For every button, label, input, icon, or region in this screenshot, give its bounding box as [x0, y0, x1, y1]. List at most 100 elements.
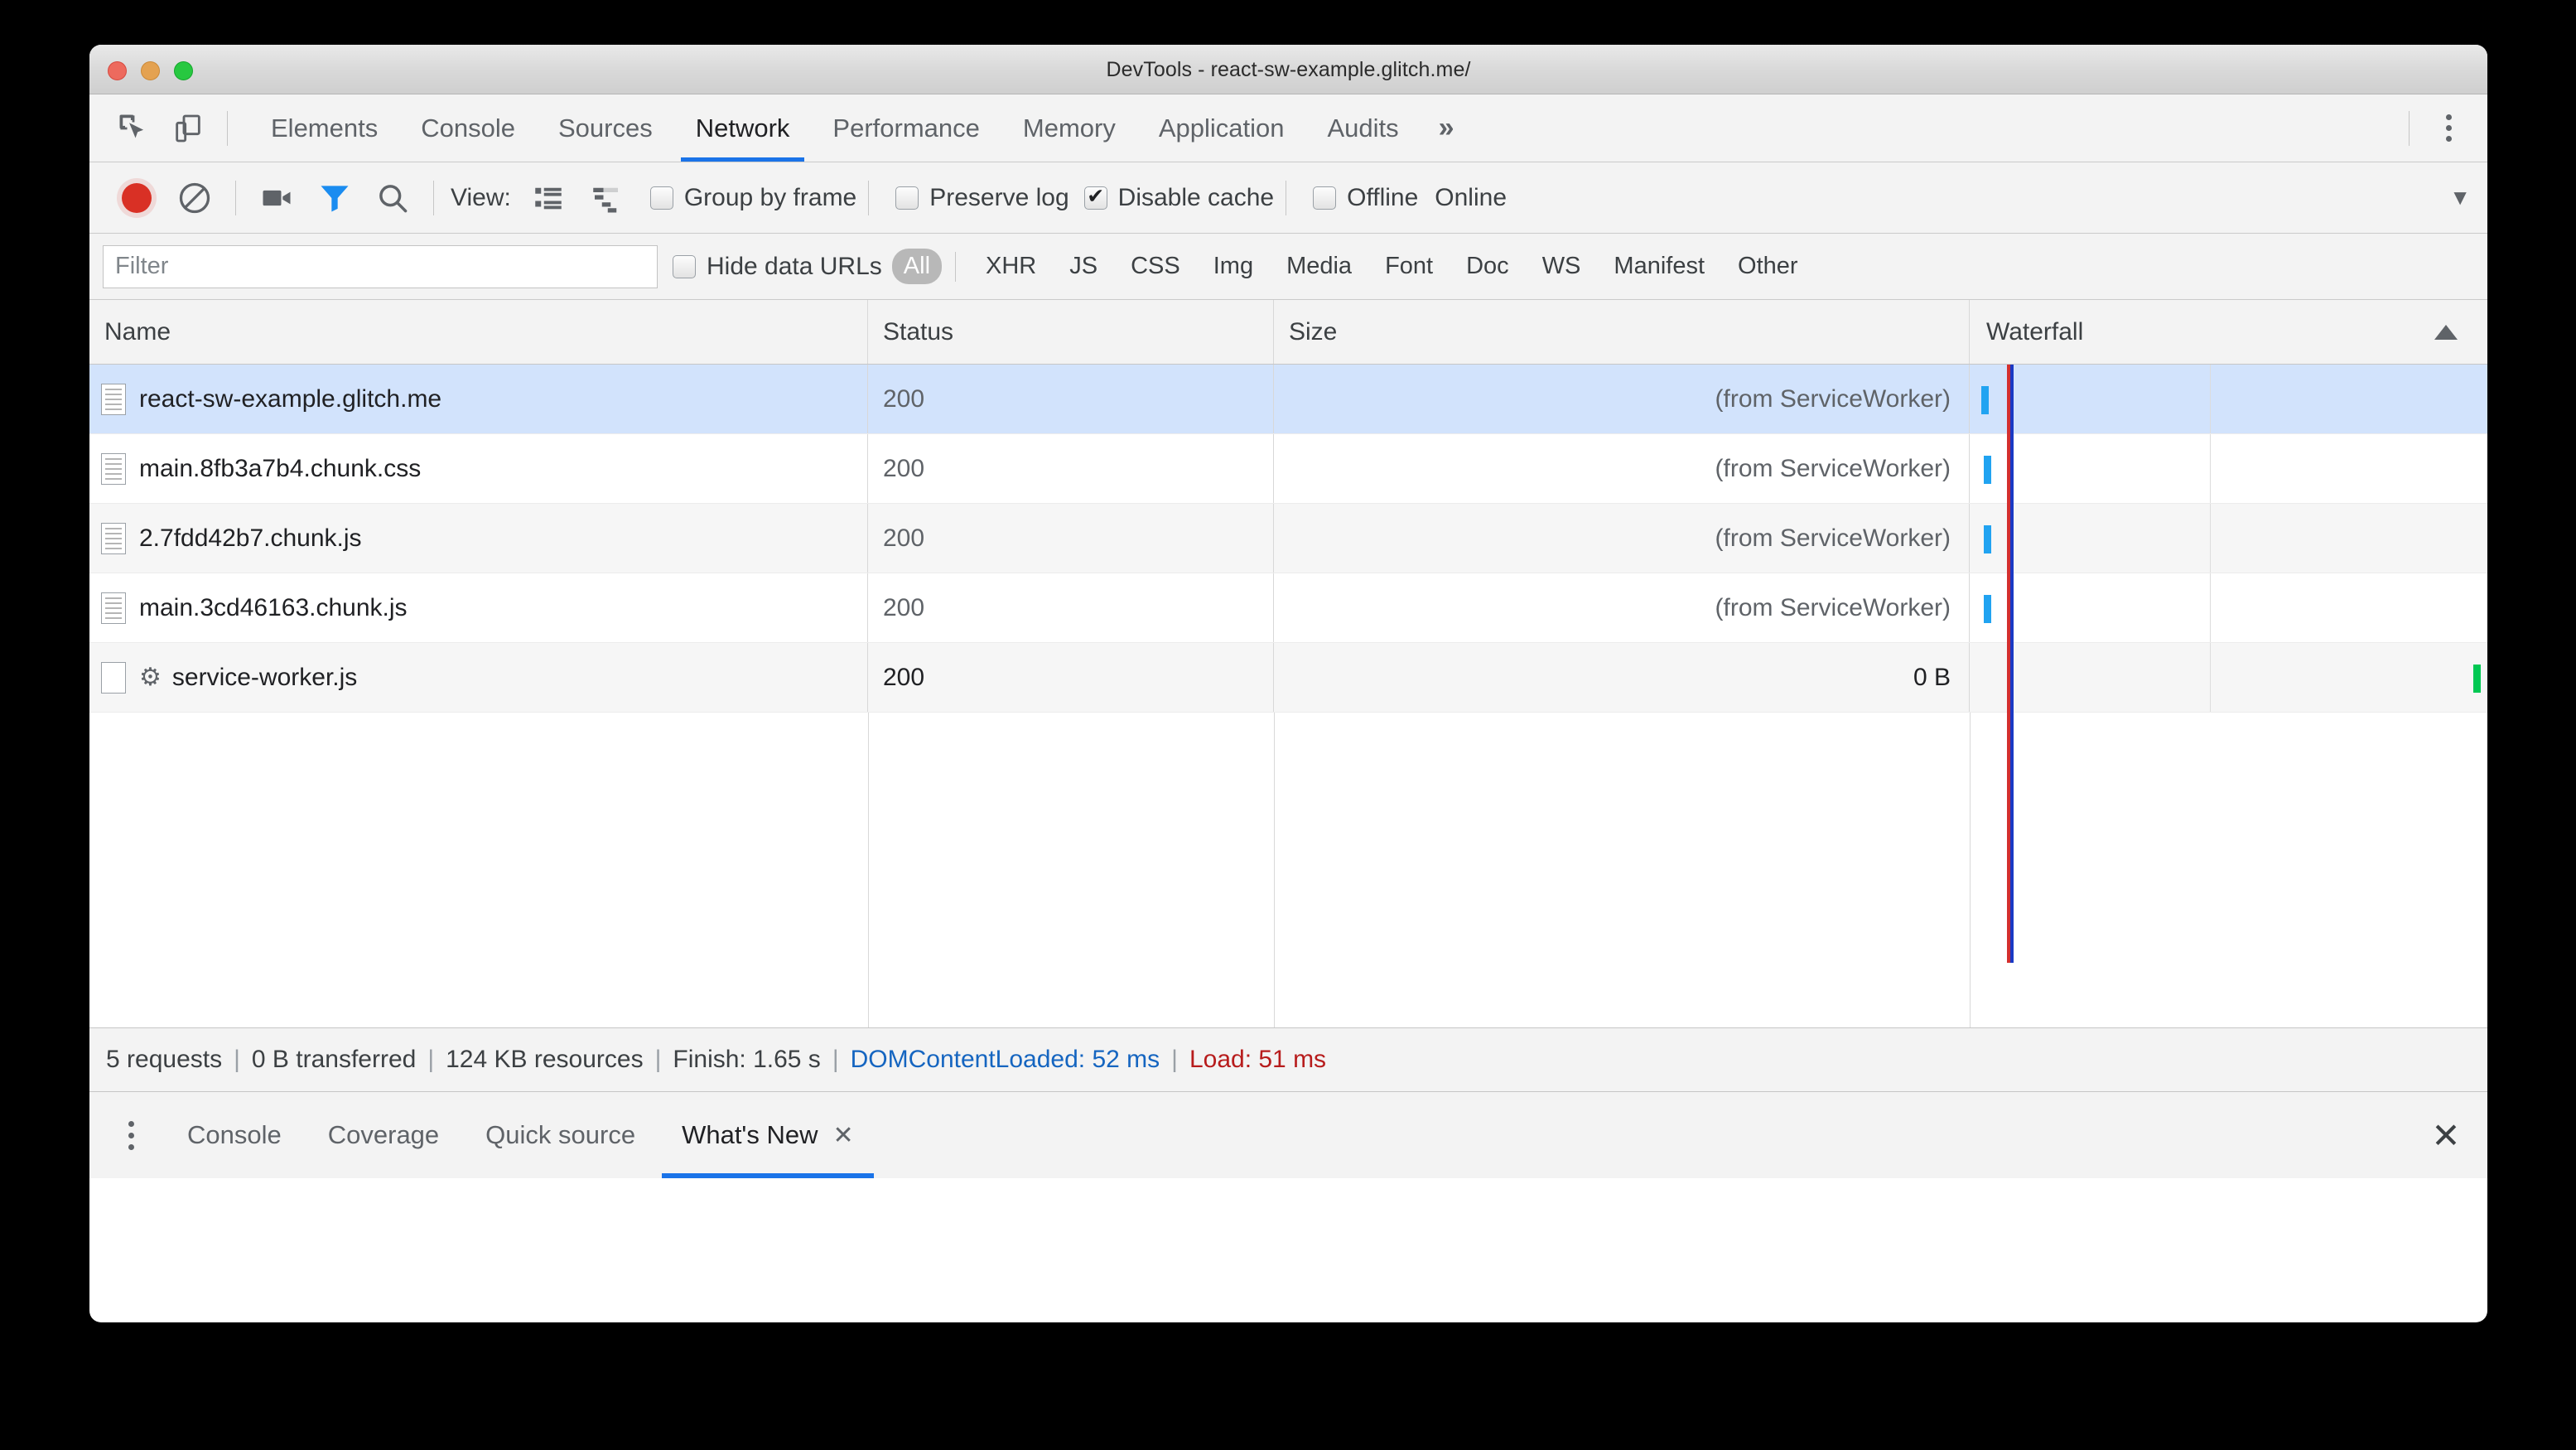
column-header-name[interactable]: Name	[89, 300, 868, 364]
request-name: main.8fb3a7b4.chunk.css	[139, 454, 422, 482]
drawer-tab-quick-source[interactable]: Quick source	[462, 1092, 658, 1178]
record-button[interactable]	[108, 169, 166, 227]
gear-icon: ⚙	[139, 663, 162, 691]
waterfall-gridline	[2210, 643, 2211, 712]
close-icon[interactable]: ✕	[832, 1121, 853, 1150]
type-filter-doc[interactable]: Doc	[1454, 249, 1521, 284]
cell-status: 200	[868, 643, 1274, 712]
column-header-status[interactable]: Status	[868, 300, 1274, 364]
checkbox-box: ✔	[673, 254, 696, 278]
tab-console[interactable]: Console	[399, 94, 537, 162]
tab-network[interactable]: Network	[674, 94, 812, 162]
more-tools-icon[interactable]	[98, 1092, 164, 1178]
throttling-select-value[interactable]: Online	[1435, 184, 1507, 212]
summary-requests: 5 requests	[106, 1046, 223, 1073]
tab-application[interactable]: Application	[1137, 94, 1306, 162]
devtools-drawer-tabbar: Console Coverage Quick source What's New…	[89, 1092, 2487, 1178]
type-filter-css[interactable]: CSS	[1119, 249, 1192, 284]
cell-status: 200	[868, 365, 1274, 433]
view-label: View:	[451, 183, 511, 211]
document-icon	[101, 452, 126, 485]
offline-checkbox[interactable]: ✔ Offline	[1313, 184, 1418, 212]
hide-data-urls-checkbox[interactable]: ✔ Hide data URLs	[673, 253, 882, 281]
filter-divider	[955, 251, 957, 282]
document-icon	[101, 522, 126, 554]
drawer-tab-coverage[interactable]: Coverage	[305, 1092, 462, 1178]
cell-status: 200	[868, 504, 1274, 573]
search-icon[interactable]	[364, 169, 422, 227]
tab-elements[interactable]: Elements	[249, 94, 399, 162]
table-row[interactable]: main.8fb3a7b4.chunk.css 200 (from Servic…	[89, 434, 2487, 504]
network-toolbar: View: ✔ Group by frame ✔ Preserv	[89, 162, 2487, 234]
column-header-size[interactable]: Size	[1274, 300, 1970, 364]
preserve-log-checkbox[interactable]: ✔ Preserve log	[895, 184, 1069, 212]
waterfall-bar	[1981, 386, 1989, 414]
summary-dom-content-loaded: DOMContentLoaded: 52 ms	[850, 1046, 1160, 1073]
waterfall-bar	[1984, 525, 1991, 553]
document-icon	[101, 383, 126, 415]
table-row[interactable]: react-sw-example.glitch.me 200 (from Ser…	[89, 365, 2487, 434]
group-by-frame-checkbox[interactable]: ✔ Group by frame	[649, 183, 857, 212]
type-filter-all[interactable]: All	[891, 249, 943, 284]
type-filter-js[interactable]: JS	[1058, 249, 1109, 284]
inspect-element-icon[interactable]	[106, 94, 161, 162]
tab-label: Audits	[1327, 113, 1399, 143]
checkbox-box: ✔	[649, 186, 673, 210]
type-filter-manifest[interactable]: Manifest	[1602, 249, 1716, 284]
document-icon	[101, 592, 126, 624]
sort-ascending-icon	[2434, 324, 2458, 340]
tab-memory[interactable]: Memory	[1001, 94, 1137, 162]
drawer-tab-whats-new[interactable]: What's New ✕	[658, 1092, 877, 1178]
filter-icon[interactable]	[306, 169, 364, 227]
disable-cache-checkbox[interactable]: ✔ Disable cache	[1083, 183, 1275, 212]
type-filter-xhr[interactable]: XHR	[974, 249, 1048, 284]
cell-name: ⚙ service-worker.js	[89, 643, 868, 712]
waterfall-gridline	[2210, 365, 2211, 433]
table-row[interactable]: ⚙ service-worker.js 200 0 B	[89, 643, 2487, 713]
checkbox-box: ✔	[1083, 186, 1107, 210]
waterfall-bar	[1984, 456, 1991, 484]
waterfall-view-icon[interactable]	[577, 169, 635, 227]
table-row[interactable]: 2.7fdd42b7.chunk.js 200 (from ServiceWor…	[89, 504, 2487, 573]
tab-sources[interactable]: Sources	[537, 94, 674, 162]
device-toolbar-icon[interactable]	[161, 94, 215, 162]
summary-separator: |	[234, 1046, 240, 1073]
group-by-frame-label: Group by frame	[683, 183, 857, 211]
list-view-icon[interactable]	[519, 169, 577, 227]
cell-name: 2.7fdd42b7.chunk.js	[89, 504, 868, 573]
filter-input[interactable]	[103, 244, 658, 288]
devtools-main-tabbar: Elements Console Sources Network Perform…	[89, 94, 2487, 162]
request-name: react-sw-example.glitch.me	[139, 384, 442, 413]
type-filter-img[interactable]: Img	[1202, 249, 1265, 284]
tab-label: Performance	[832, 113, 980, 143]
drawer-tab-console[interactable]: Console	[164, 1092, 305, 1178]
toolbar-divider	[235, 180, 236, 215]
column-header-waterfall[interactable]: Waterfall	[1970, 300, 2487, 364]
waterfall-gridline	[2210, 504, 2211, 573]
more-options-icon[interactable]	[2421, 94, 2476, 162]
chevron-down-icon[interactable]: ▼	[2449, 185, 2471, 210]
tab-label: Elements	[271, 113, 379, 143]
tab-audits[interactable]: Audits	[1306, 94, 1421, 162]
disable-cache-label: Disable cache	[1117, 183, 1275, 211]
cell-size: (from ServiceWorker)	[1274, 365, 1970, 433]
type-filter-other[interactable]: Other	[1726, 249, 1810, 284]
request-name: main.3cd46163.chunk.js	[139, 593, 408, 621]
toolbar-divider	[433, 180, 434, 215]
table-row[interactable]: main.3cd46163.chunk.js 200 (from Service…	[89, 573, 2487, 643]
summary-transferred: 0 B transferred	[251, 1046, 417, 1073]
type-filter-font[interactable]: Font	[1373, 249, 1445, 284]
more-tabs-icon[interactable]: »	[1421, 94, 1473, 162]
close-drawer-icon[interactable]: ✕	[2405, 1092, 2487, 1178]
type-filter-media[interactable]: Media	[1275, 249, 1363, 284]
cell-size: (from ServiceWorker)	[1274, 573, 1970, 642]
clear-icon[interactable]	[166, 169, 224, 227]
tab-performance[interactable]: Performance	[811, 94, 1001, 162]
drawer-tab-label: Coverage	[327, 1120, 440, 1149]
toolbar-divider	[868, 180, 870, 215]
main-tab-list: Elements Console Sources Network Perform…	[249, 94, 2397, 162]
type-filter-ws[interactable]: WS	[1531, 249, 1593, 284]
cell-waterfall	[1970, 434, 2487, 503]
camera-icon[interactable]	[248, 169, 306, 227]
tab-label: Console	[421, 113, 515, 143]
